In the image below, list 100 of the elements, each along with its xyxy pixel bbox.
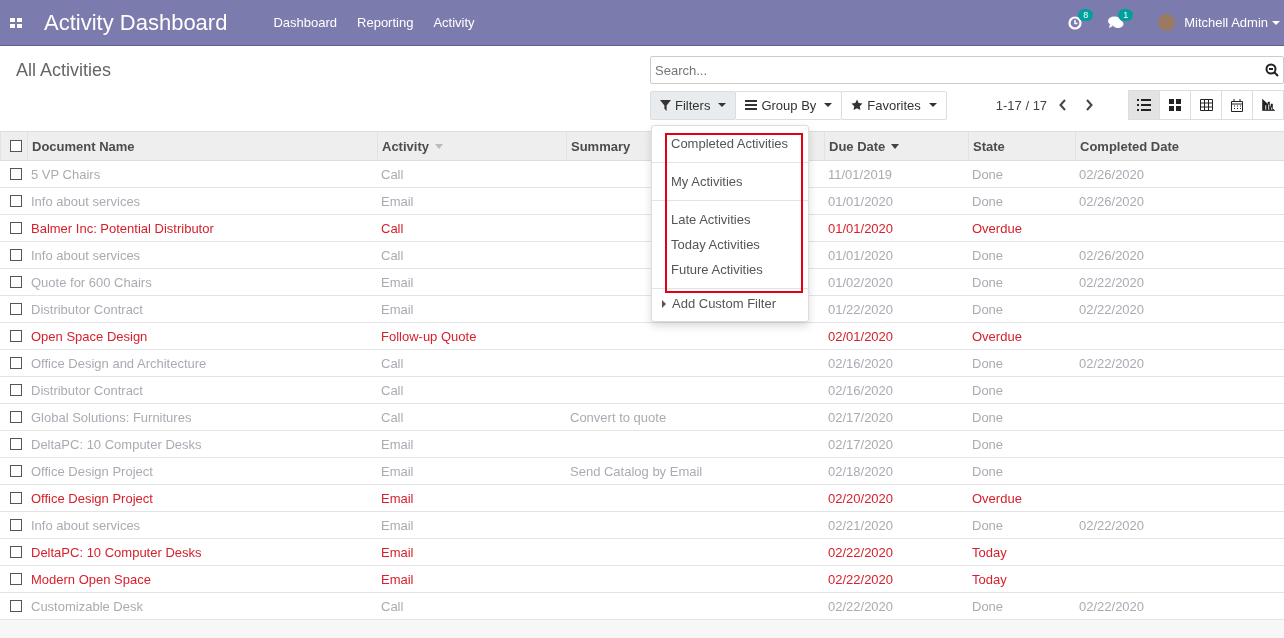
table-cell: Open Space Design — [31, 328, 148, 344]
pager: 1-17 / 17 — [995, 97, 1048, 113]
menu-item[interactable]: Activity — [433, 15, 475, 30]
table-cell: 02/01/2020 — [828, 328, 894, 344]
filter-option[interactable]: Completed Activities — [652, 131, 808, 156]
view-switch-button[interactable] — [1159, 90, 1191, 120]
table-cell: 02/22/2020 — [828, 544, 894, 560]
checkbox[interactable] — [9, 465, 22, 477]
table-cell: Done — [972, 382, 1004, 398]
table-cell: DeltaPC: 10 Computer Desks — [31, 544, 202, 560]
table-cell: Follow-up Quote — [381, 328, 477, 344]
table-cell: Quote for 600 Chairs — [31, 274, 152, 290]
checkbox[interactable] — [9, 303, 22, 315]
table-cell: 02/18/2020 — [828, 463, 894, 479]
table-cell: 02/17/2020 — [828, 436, 894, 452]
filter-option[interactable]: Late Activities — [652, 207, 808, 232]
checkbox[interactable] — [9, 222, 22, 234]
bar-chart-icon — [1261, 99, 1275, 111]
column-header[interactable]: Completed Date — [1075, 132, 1284, 161]
table-cell: Done — [972, 247, 1004, 263]
view-switch-button[interactable] — [1190, 90, 1222, 120]
sort-caret-icon — [434, 143, 443, 149]
table-cell: Global Solutions: Furnitures — [31, 409, 192, 425]
table-cell: Balmer Inc: Potential Distributor — [31, 220, 214, 236]
table-cell: 01/02/2020 — [828, 274, 894, 290]
clock-icon[interactable] — [1068, 15, 1083, 30]
table-cell: 01/01/2020 — [828, 247, 894, 263]
table-cell: Email — [381, 193, 414, 209]
menu-item[interactable]: Dashboard — [273, 15, 338, 30]
table-cell: Office Design and Architecture — [31, 355, 207, 371]
chevron-left-icon[interactable] — [1059, 99, 1068, 111]
checkbox[interactable] — [9, 519, 22, 531]
checkbox[interactable] — [9, 330, 22, 342]
table-cell: 02/20/2020 — [828, 490, 894, 506]
filter-option[interactable]: My Activities — [652, 169, 808, 194]
table-cell: Done — [972, 193, 1004, 209]
checkbox[interactable] — [9, 195, 22, 207]
search-field[interactable]: Search... — [650, 56, 1284, 84]
table-cell: Call — [381, 220, 404, 236]
column-header[interactable]: Due Date — [824, 132, 968, 161]
table-cell: Email — [381, 274, 414, 290]
user-name[interactable]: Mitchell Admin — [1184, 15, 1268, 30]
menu-item[interactable]: Reporting — [357, 15, 414, 30]
table-cell: Customizable Desk — [31, 598, 143, 614]
add-custom-filter[interactable]: Add Custom Filter — [652, 289, 808, 317]
app-title: Activity Dashboard — [44, 9, 228, 36]
chevron-right-icon[interactable] — [1085, 99, 1094, 111]
table-cell: 02/22/2020 — [1079, 517, 1145, 533]
table-cell: 5 VP Chairs — [31, 166, 101, 182]
table-cell: 02/17/2020 — [828, 409, 894, 425]
checkbox[interactable] — [9, 600, 22, 612]
table-cell: DeltaPC: 10 Computer Desks — [31, 436, 202, 452]
table-cell: 02/22/2020 — [1079, 274, 1145, 290]
checkbox[interactable] — [9, 411, 22, 423]
star-dropdown-button[interactable]: Favorites — [841, 90, 947, 120]
table-cell: Done — [972, 598, 1004, 614]
table-cell: Call — [381, 247, 404, 263]
filter-option[interactable]: Future Activities — [652, 257, 808, 282]
sort-caret-icon — [891, 143, 900, 149]
apps-menu-icon[interactable] — [10, 17, 22, 28]
view-switch-button[interactable] — [1128, 90, 1160, 120]
checkbox[interactable] — [9, 249, 22, 261]
table-cell: Done — [972, 166, 1004, 182]
filter-option[interactable]: Today Activities — [652, 232, 808, 257]
checkbox[interactable] — [9, 438, 22, 450]
table-cell: Email — [381, 463, 414, 479]
table-cell: Email — [381, 544, 414, 560]
table-cell: Call — [381, 382, 404, 398]
table-cell: 02/22/2020 — [828, 598, 894, 614]
table-cell: Done — [972, 409, 1004, 425]
table-cell: Call — [381, 598, 404, 614]
view-switch-button[interactable] — [1252, 90, 1284, 120]
checkbox[interactable] — [9, 276, 22, 288]
checkbox[interactable] — [9, 384, 22, 396]
checkbox[interactable] — [9, 357, 22, 369]
calendar-icon — [1231, 98, 1243, 112]
view-switch-button[interactable] — [1221, 90, 1253, 120]
checkbox[interactable] — [10, 140, 22, 152]
checkbox[interactable] — [9, 168, 22, 180]
table-cell: 01/01/2020 — [828, 220, 894, 236]
search-icon[interactable] — [1265, 63, 1279, 77]
column-header[interactable]: Activity — [377, 132, 566, 161]
filter-dropdown-button[interactable]: Filters — [650, 90, 737, 120]
chat-icon[interactable] — [1108, 16, 1125, 29]
table-cell: Email — [381, 571, 414, 587]
table-cell: Overdue — [972, 490, 1022, 506]
checkbox[interactable] — [9, 492, 22, 504]
checkbox[interactable] — [9, 546, 22, 558]
table-icon — [1199, 99, 1213, 111]
table-cell: 02/22/2020 — [828, 571, 894, 587]
table-cell: Send Catalog by Email — [570, 463, 703, 479]
table-cell: Done — [972, 436, 1004, 452]
table-cell: Distributor Contract — [31, 382, 143, 398]
caret-icon — [1272, 20, 1280, 25]
tiles-icon — [1169, 99, 1181, 111]
column-header[interactable]: Document Name — [27, 132, 377, 161]
group-dropdown-button[interactable]: Group By — [735, 90, 843, 120]
column-header[interactable]: State — [968, 132, 1075, 161]
checkbox[interactable] — [9, 573, 22, 585]
table-cell: Done — [972, 274, 1004, 290]
